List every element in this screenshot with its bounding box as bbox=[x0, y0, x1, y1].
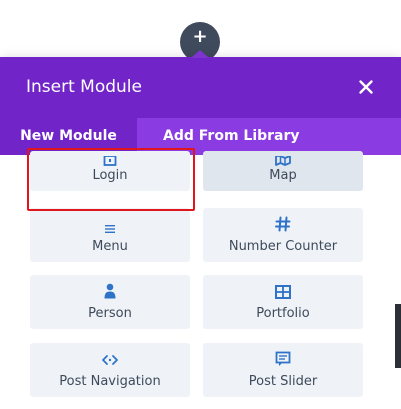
plus-icon: + bbox=[192, 26, 208, 47]
modal-tabs: New Module Add From Library bbox=[0, 118, 401, 155]
portfolio-icon bbox=[203, 284, 363, 303]
post-navigation-icon bbox=[30, 352, 190, 371]
module-label: Map bbox=[269, 168, 297, 183]
module-label: Post Slider bbox=[248, 374, 318, 389]
modal-header: Insert Module bbox=[0, 57, 401, 118]
insert-module-modal: Insert Module New Module Add From Librar… bbox=[0, 57, 401, 409]
module-label: Post Navigation bbox=[59, 374, 161, 389]
post-slider-icon bbox=[203, 351, 363, 371]
module-label: Menu bbox=[92, 239, 128, 254]
module-label: Person bbox=[88, 306, 132, 321]
hash-icon bbox=[203, 216, 363, 236]
module-grid: Login Map Menu Number Counter Person Por… bbox=[0, 151, 401, 409]
menu-icon bbox=[30, 219, 190, 238]
module-label: Login bbox=[92, 168, 128, 183]
scrollbar-thumb[interactable] bbox=[395, 304, 401, 368]
module-card-portfolio[interactable]: Portfolio bbox=[203, 275, 363, 329]
module-card-number-counter[interactable]: Number Counter bbox=[203, 208, 363, 262]
modal-title: Insert Module bbox=[26, 77, 142, 97]
module-card-post-slider[interactable]: Post Slider bbox=[203, 343, 363, 397]
modal-pointer bbox=[191, 50, 209, 58]
module-card-person[interactable]: Person bbox=[30, 275, 190, 329]
module-card-map[interactable]: Map bbox=[203, 151, 363, 191]
module-label: Number Counter bbox=[228, 239, 338, 254]
close-icon[interactable] bbox=[352, 73, 380, 101]
tab-new-module[interactable]: New Module bbox=[0, 118, 137, 155]
module-label: Portfolio bbox=[256, 306, 310, 321]
module-card-menu[interactable]: Menu bbox=[30, 208, 190, 262]
tab-add-from-library[interactable]: Add From Library bbox=[163, 118, 300, 155]
module-card-post-navigation[interactable]: Post Navigation bbox=[30, 343, 190, 397]
module-card-login[interactable]: Login bbox=[30, 151, 190, 191]
person-icon bbox=[30, 283, 190, 303]
